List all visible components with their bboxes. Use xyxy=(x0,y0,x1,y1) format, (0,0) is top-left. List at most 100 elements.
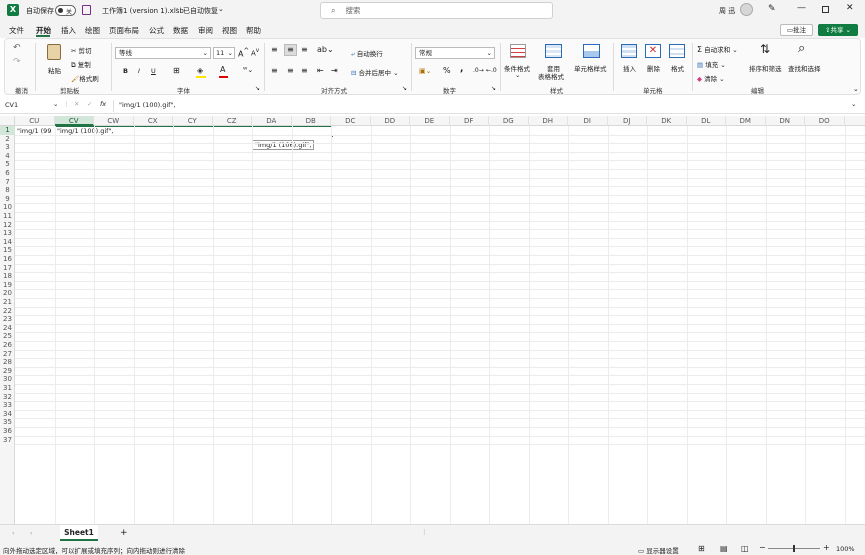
column-header-do[interactable]: DO xyxy=(805,116,845,126)
column-header-dk[interactable]: DK xyxy=(647,116,687,126)
page-layout-view-icon[interactable]: ▤ xyxy=(720,544,728,553)
row-header-35[interactable]: 35 xyxy=(0,418,15,427)
row-header-37[interactable]: 37 xyxy=(0,436,15,445)
font-color-icon[interactable]: A xyxy=(220,65,225,74)
delete-cells-icon[interactable]: ✕ xyxy=(645,44,661,58)
row-header-13[interactable]: 13 xyxy=(0,229,15,238)
menu-draw[interactable]: 绘图 xyxy=(85,25,100,36)
row-header-27[interactable]: 27 xyxy=(0,350,15,359)
phonetic-icon[interactable]: ᵂ⌄ xyxy=(243,66,253,74)
row-header-14[interactable]: 14 xyxy=(0,238,15,247)
sort-filter-icon[interactable]: ⇅ xyxy=(760,42,770,56)
normal-view-icon[interactable]: ⊞ xyxy=(698,544,705,553)
row-header-20[interactable]: 20 xyxy=(0,289,15,298)
sheet-prev-icon[interactable]: ‹ xyxy=(12,529,15,537)
menu-review[interactable]: 审阅 xyxy=(198,25,213,36)
font-launcher-icon[interactable]: ↘ xyxy=(255,85,260,92)
menu-view[interactable]: 视图 xyxy=(222,25,237,36)
row-header-12[interactable]: 12 xyxy=(0,221,15,230)
row-header-8[interactable]: 8 xyxy=(0,186,15,195)
select-all-corner[interactable] xyxy=(0,116,15,126)
close-icon[interactable]: ✕ xyxy=(846,3,854,13)
chevron-down-icon[interactable]: ⌄ xyxy=(218,5,224,13)
clear-button[interactable]: ◆ 清除 ⌄ xyxy=(697,73,725,83)
display-settings-button[interactable]: ▭ 显示器设置 xyxy=(638,545,679,555)
percent-button[interactable]: % xyxy=(443,66,451,75)
sort-filter-button[interactable]: 排序和筛选 xyxy=(749,63,782,73)
column-header-dl[interactable]: DL xyxy=(687,116,726,126)
column-header-da[interactable]: DA xyxy=(252,116,292,126)
indent-icon[interactable]: ⇥ xyxy=(331,66,338,75)
row-header-36[interactable]: 36 xyxy=(0,427,15,436)
row-header-32[interactable]: 32 xyxy=(0,393,15,402)
menu-help[interactable]: 帮助 xyxy=(246,25,261,36)
row-header-22[interactable]: 22 xyxy=(0,307,15,316)
insert-function-button[interactable]: fx xyxy=(100,100,106,108)
format-cells-icon[interactable] xyxy=(669,44,685,58)
row-header-3[interactable]: 3 xyxy=(0,143,15,152)
format-painter-button[interactable]: 🖌格式刷 xyxy=(71,73,99,83)
grow-font-icon[interactable]: A^ xyxy=(238,47,249,59)
cancel-icon[interactable]: ✕ xyxy=(74,100,79,108)
column-header-cv[interactable]: CV xyxy=(54,116,94,126)
format-table-button-2[interactable]: 表格格式 xyxy=(538,71,564,81)
expand-formula-icon[interactable]: ⌄ xyxy=(851,100,856,108)
cell-styles-button[interactable]: 单元格样式 xyxy=(574,63,607,73)
row-header-16[interactable]: 16 xyxy=(0,255,15,264)
row-header-25[interactable]: 25 xyxy=(0,332,15,341)
column-header-dg[interactable]: DG xyxy=(489,116,529,126)
format-cells-button[interactable]: 格式 xyxy=(671,63,684,73)
page-break-view-icon[interactable]: ◫ xyxy=(741,544,749,553)
column-header-dm[interactable]: DM xyxy=(726,116,766,126)
fill-color-icon[interactable]: ◈ xyxy=(197,66,203,75)
paste-button[interactable]: 粘贴 xyxy=(48,65,61,75)
sheet-bar-more-icon[interactable]: ⋮ xyxy=(421,528,428,536)
row-header-9[interactable]: 9 xyxy=(0,195,15,204)
shrink-font-icon[interactable]: Av xyxy=(251,48,259,57)
menu-insert[interactable]: 插入 xyxy=(61,25,76,36)
autosave-toggle[interactable]: 关 xyxy=(55,5,76,16)
align-middle-icon[interactable]: ≡ xyxy=(284,44,297,56)
merge-center-button[interactable]: ⊟ 合并后居中 ⌄ xyxy=(351,67,399,77)
copy-button[interactable]: ⧉ 复制 xyxy=(71,59,91,70)
paste-icon[interactable] xyxy=(47,44,61,60)
row-header-18[interactable]: 18 xyxy=(0,272,15,281)
underline-button[interactable]: U xyxy=(151,67,156,75)
pen-icon[interactable]: ✎ xyxy=(768,4,776,14)
name-box-dropdown-icon[interactable]: ⌄ xyxy=(53,100,58,108)
increase-decimal-icon[interactable]: .0→ xyxy=(473,67,484,74)
row-header-26[interactable]: 26 xyxy=(0,341,15,350)
cell-styles-icon[interactable] xyxy=(583,44,600,58)
row-header-4[interactable]: 4 xyxy=(0,152,15,161)
row-header-15[interactable]: 15 xyxy=(0,246,15,255)
outdent-icon[interactable]: ⇤ xyxy=(317,66,324,75)
accounting-icon[interactable]: ▣⌄ xyxy=(419,67,431,75)
column-header-dj[interactable]: DJ xyxy=(608,116,647,126)
zoom-out-icon[interactable]: − xyxy=(759,543,766,552)
column-header-cu[interactable]: CU xyxy=(15,116,55,126)
zoom-thumb[interactable] xyxy=(793,545,795,552)
column-header-cy[interactable]: CY xyxy=(173,116,213,126)
wrap-text-button[interactable]: ⤶ 自动换行 xyxy=(351,48,383,59)
conditional-format-icon[interactable] xyxy=(510,44,526,58)
zoom-in-icon[interactable]: + xyxy=(823,543,830,552)
decrease-decimal-icon[interactable]: ←.0 xyxy=(486,67,497,74)
menu-data[interactable]: 数据 xyxy=(173,25,188,36)
share-button[interactable]: ⇪共享 ⌄ xyxy=(818,24,858,36)
number-launcher-icon[interactable]: ↘ xyxy=(491,85,496,92)
row-header-6[interactable]: 6 xyxy=(0,169,15,178)
menu-file[interactable]: 文件 xyxy=(9,25,24,36)
fill-button[interactable]: ▤ 填充 ⌄ xyxy=(697,59,726,69)
insert-cells-button[interactable]: 插入 xyxy=(623,63,636,73)
alignment-launcher-icon[interactable]: ↘ xyxy=(402,85,407,92)
row-header-2[interactable]: 2 xyxy=(0,135,15,144)
row-header-19[interactable]: 19 xyxy=(0,281,15,290)
sheet-tab-sheet1[interactable]: Sheet1 xyxy=(60,525,98,541)
menu-formulas[interactable]: 公式 xyxy=(149,25,164,36)
align-bottom-icon[interactable]: ≡ xyxy=(301,45,308,54)
row-header-1[interactable]: 1 xyxy=(0,126,15,135)
collapse-ribbon-icon[interactable]: ⌄ xyxy=(853,85,859,93)
row-header-24[interactable]: 24 xyxy=(0,324,15,333)
column-header-di[interactable]: DI xyxy=(568,116,608,126)
column-header-df[interactable]: DF xyxy=(450,116,489,126)
